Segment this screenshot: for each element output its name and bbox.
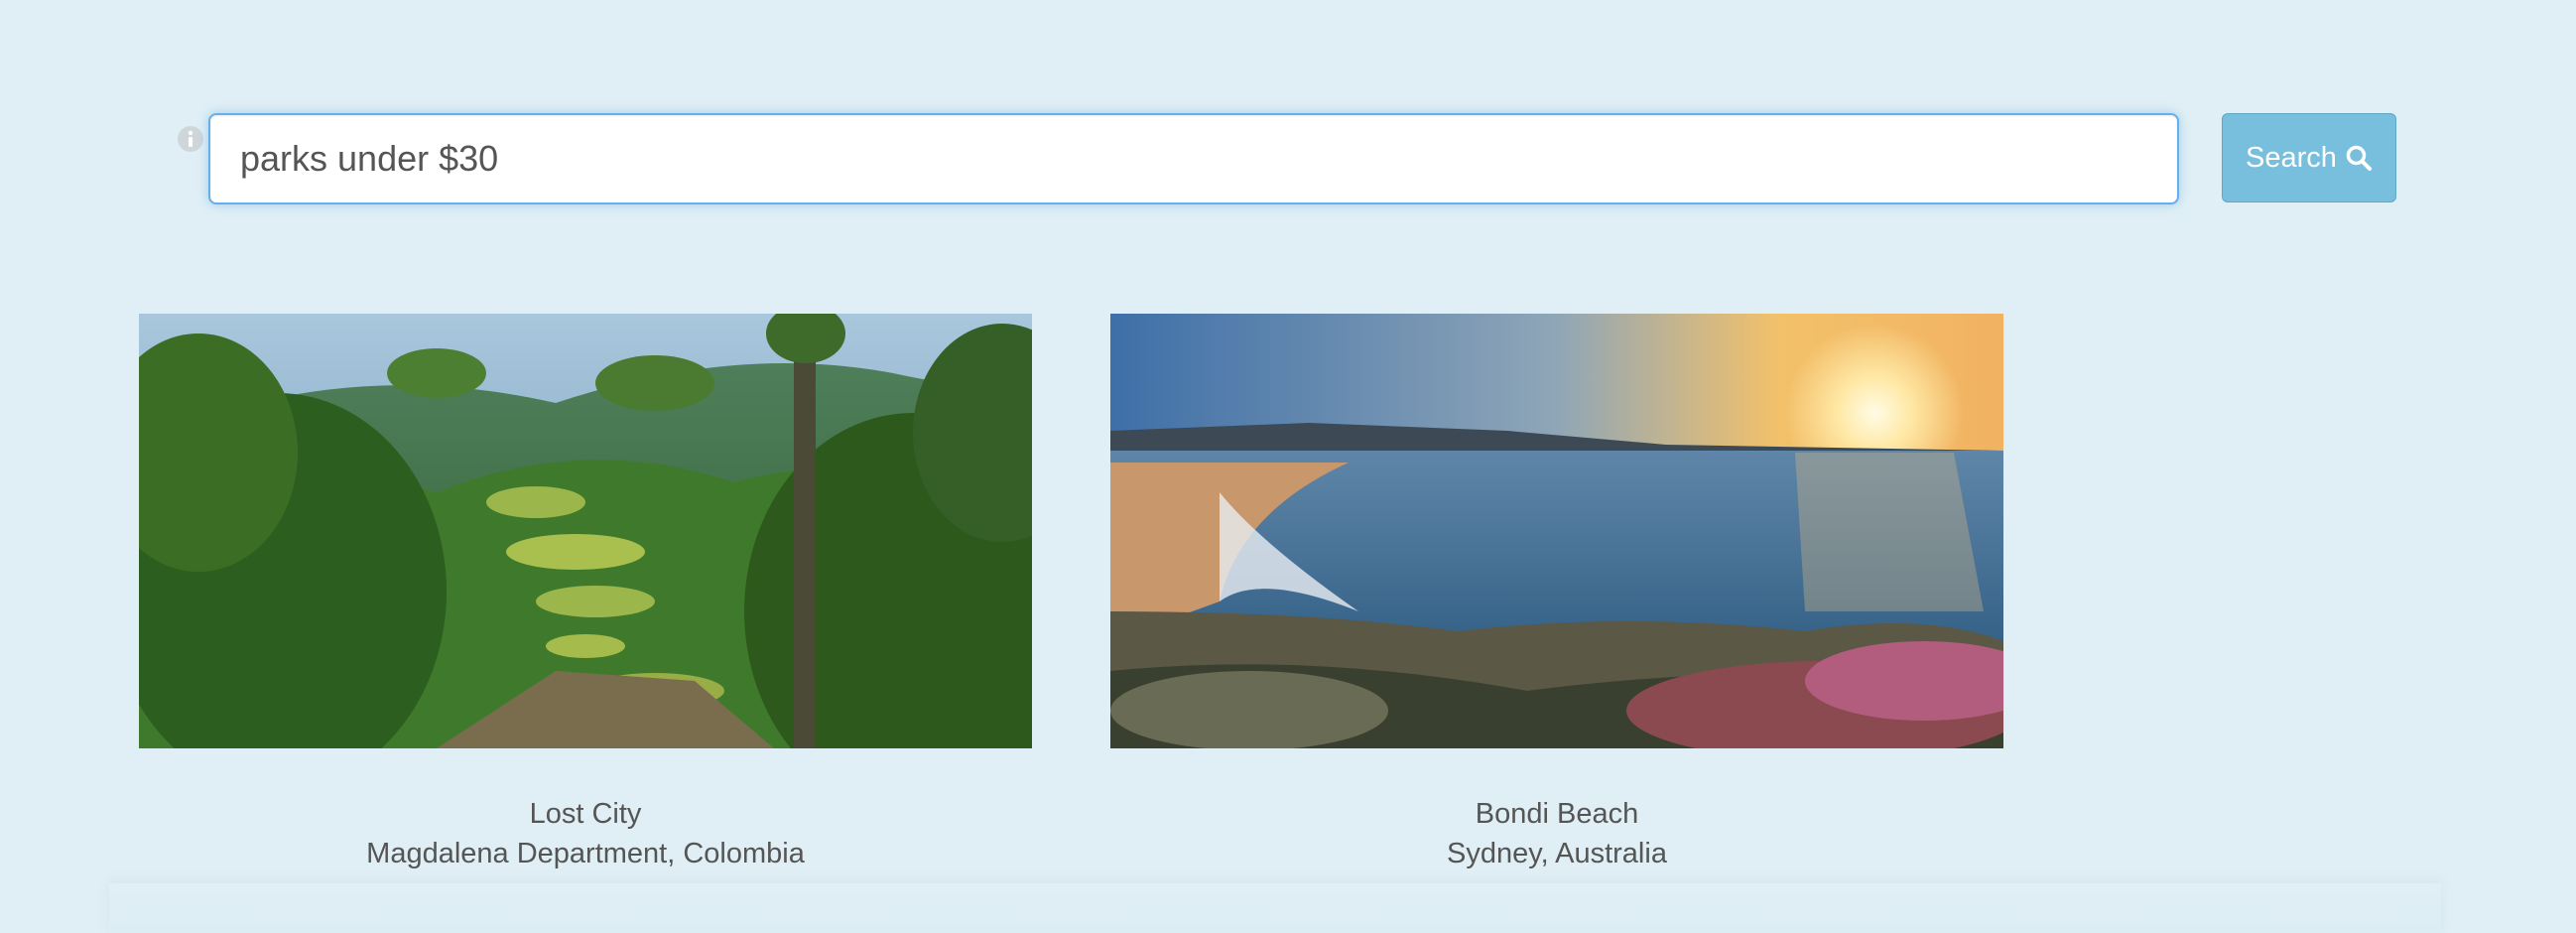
result-location: Sydney, Australia	[1447, 838, 1667, 869]
page: Search	[0, 0, 2576, 933]
search-icon	[2346, 145, 2372, 171]
result-image-bondi-beach[interactable]	[1110, 314, 2003, 748]
result-image-lost-city[interactable]	[139, 314, 1032, 748]
search-bar: Search	[177, 113, 2396, 204]
result-card[interactable]: Bondi Beach Sydney, Australia	[1110, 314, 2003, 873]
result-card[interactable]: Lost City Magdalena Department, Colombia	[139, 314, 1032, 873]
result-location: Magdalena Department, Colombia	[366, 838, 805, 869]
search-input[interactable]	[208, 113, 2179, 204]
result-title[interactable]: Bondi Beach	[1110, 794, 2003, 834]
info-icon[interactable]	[177, 125, 204, 153]
search-button-label: Search	[2246, 141, 2337, 174]
result-title[interactable]: Lost City	[139, 794, 1032, 834]
results-footer-panel	[109, 883, 2441, 933]
search-button[interactable]: Search	[2222, 113, 2396, 202]
